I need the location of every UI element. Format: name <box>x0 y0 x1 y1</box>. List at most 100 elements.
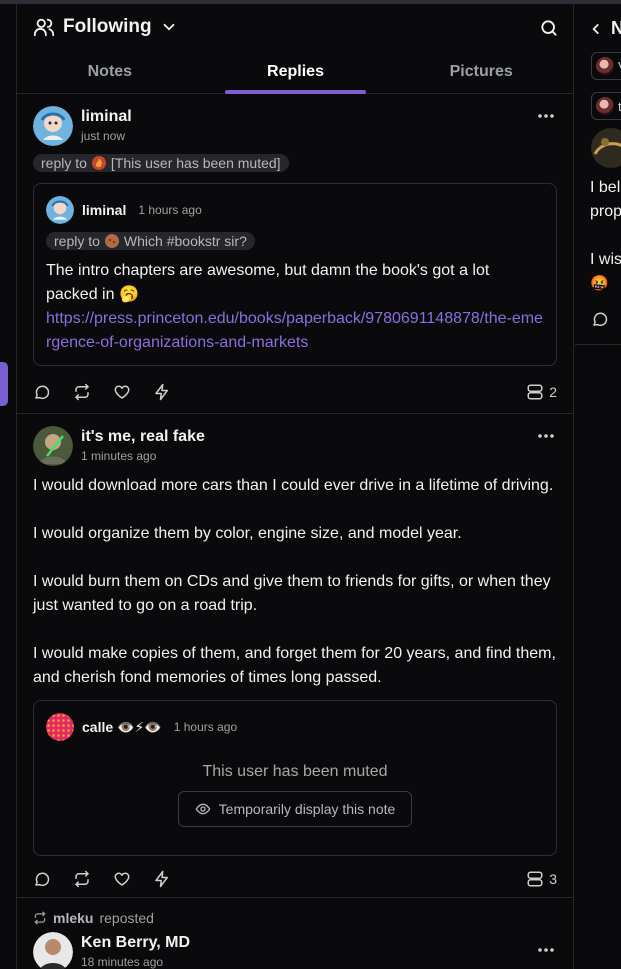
feed-column: Following Notes Replies Pictures liminal… <box>16 4 574 969</box>
avatar[interactable] <box>46 713 74 741</box>
zap-icon[interactable] <box>153 870 171 888</box>
timestamp[interactable]: 1 minutes ago <box>81 449 205 463</box>
chevron-left-icon[interactable] <box>589 21 603 37</box>
note-card[interactable]: liminal just now reply to [This user has… <box>17 94 573 414</box>
reply-count: 2 <box>549 384 557 400</box>
feed-title: Following <box>63 16 152 37</box>
note-card[interactable]: it's me, real fake 1 minutes ago I would… <box>17 414 573 898</box>
sidebar-active-indicator[interactable] <box>0 362 8 406</box>
side-panel: N V tl I bel prop I wis 🤬 <box>575 4 621 969</box>
heart-icon[interactable] <box>113 383 131 401</box>
side-text: prop <box>590 203 621 220</box>
avatar[interactable] <box>33 932 73 969</box>
avatar[interactable] <box>33 106 73 146</box>
user-avatar-icon <box>104 234 119 248</box>
avatar <box>596 97 614 115</box>
search-icon <box>541 20 557 36</box>
more-options-button[interactable] <box>537 106 555 124</box>
repost-icon <box>34 911 46 925</box>
note-actions: 2 <box>33 370 557 414</box>
eye-icon <box>195 803 211 815</box>
chevron-down-icon <box>163 23 175 31</box>
quoted-note-content: The intro chapters are awesome, but damn… <box>46 259 544 355</box>
replies-count-button[interactable]: 2 <box>526 383 557 401</box>
thread-icon <box>527 871 543 887</box>
reply-to-target: Which #bookstr sir? <box>123 233 247 249</box>
repost-indicator: mleku reposted <box>33 910 557 926</box>
quoted-timestamp[interactable]: 1 hours ago <box>174 720 237 734</box>
ellipsis-icon <box>538 434 554 438</box>
tab-pictures[interactable]: Pictures <box>388 58 573 94</box>
quoted-author-name[interactable]: liminal <box>82 202 126 218</box>
tab-pictures-label: Pictures <box>449 63 513 80</box>
note-header: it's me, real fake 1 minutes ago <box>33 426 557 466</box>
note-paragraph: I would burn them on CDs and give them t… <box>33 573 551 614</box>
note-header: Ken Berry, MD 18 minutes ago <box>33 932 557 969</box>
reply-count: 3 <box>549 871 557 887</box>
author-name[interactable]: Ken Berry, MD <box>81 934 190 952</box>
side-text: I wis <box>590 251 621 268</box>
author-name[interactable]: liminal <box>81 108 132 126</box>
temporarily-display-button[interactable]: Temporarily display this note <box>177 791 413 827</box>
side-mention-pill[interactable]: tl <box>591 92 621 120</box>
external-link[interactable]: https://press.princeton.edu/books/paperb… <box>46 307 544 355</box>
quoted-note-header: calle 👁️⚡👁️ 1 hours ago <box>46 713 544 741</box>
avatar[interactable] <box>33 426 73 466</box>
more-options-button[interactable] <box>537 426 555 444</box>
quoted-author-name[interactable]: calle 👁️⚡👁️ <box>82 719 162 736</box>
reply-icon[interactable] <box>33 870 51 888</box>
avatar[interactable] <box>591 128 621 168</box>
reposter-name[interactable]: mleku <box>53 910 93 926</box>
note-actions: 3 <box>33 857 557 901</box>
replies-count-button[interactable]: 3 <box>526 870 557 888</box>
note-paragraph: I would organize them by color, engine s… <box>33 525 462 542</box>
side-mention-pill[interactable]: V <box>591 52 621 80</box>
heart-icon[interactable] <box>113 870 131 888</box>
zap-icon[interactable] <box>153 383 171 401</box>
quoted-note[interactable]: liminal 1 hours ago reply to Which #book… <box>33 183 557 366</box>
feed-tabs: Notes Replies Pictures <box>17 58 573 94</box>
avatar <box>596 57 614 75</box>
tab-notes[interactable]: Notes <box>17 58 203 94</box>
thread-icon <box>527 384 543 400</box>
reply-to-badge[interactable]: reply to Which #bookstr sir? <box>46 232 255 250</box>
note-content: I would download more cars than I could … <box>33 474 557 690</box>
tab-replies-label: Replies <box>267 63 324 80</box>
avatar[interactable] <box>46 196 74 224</box>
muted-text: This user has been muted <box>202 763 388 780</box>
reply-icon[interactable] <box>33 383 51 401</box>
reposted-label: reposted <box>99 910 154 926</box>
reply-icon[interactable] <box>591 310 609 328</box>
reply-to-badge[interactable]: reply to [This user has been muted] <box>33 154 289 172</box>
more-options-button[interactable] <box>537 940 555 958</box>
side-panel-header[interactable]: N <box>589 18 621 39</box>
quoted-timestamp[interactable]: 1 hours ago <box>138 203 201 217</box>
users-icon <box>33 18 55 37</box>
note-card[interactable]: mleku reposted Ken Berry, MD 18 minutes … <box>17 898 573 969</box>
repost-icon[interactable] <box>73 870 91 888</box>
search-button[interactable] <box>539 18 559 43</box>
angry-emoji: 🤬 <box>590 275 609 292</box>
left-sidebar <box>0 4 16 969</box>
note-paragraph: I would download more cars than I could … <box>33 477 554 494</box>
quoted-note-header: liminal 1 hours ago <box>46 196 544 224</box>
repost-icon[interactable] <box>73 383 91 401</box>
ellipsis-icon <box>538 114 554 118</box>
timestamp[interactable]: 18 minutes ago <box>81 955 190 969</box>
muted-notice: This user has been muted Temporarily dis… <box>46 763 544 845</box>
muted-user-avatar-icon <box>91 156 106 170</box>
reply-to-label: reply to <box>41 155 87 171</box>
quoted-note-text: The intro chapters are awesome, but damn… <box>46 262 490 303</box>
divider <box>575 344 621 345</box>
feed-selector[interactable]: Following <box>33 16 178 38</box>
quoted-note[interactable]: calle 👁️⚡👁️ 1 hours ago This user has be… <box>33 700 557 856</box>
temporarily-display-label: Temporarily display this note <box>218 801 396 817</box>
side-text: I bel <box>590 179 621 196</box>
author-name[interactable]: it's me, real fake <box>81 428 205 446</box>
timestamp[interactable]: just now <box>81 129 132 143</box>
tab-replies[interactable]: Replies <box>203 58 389 94</box>
reply-to-label: reply to <box>54 233 100 249</box>
